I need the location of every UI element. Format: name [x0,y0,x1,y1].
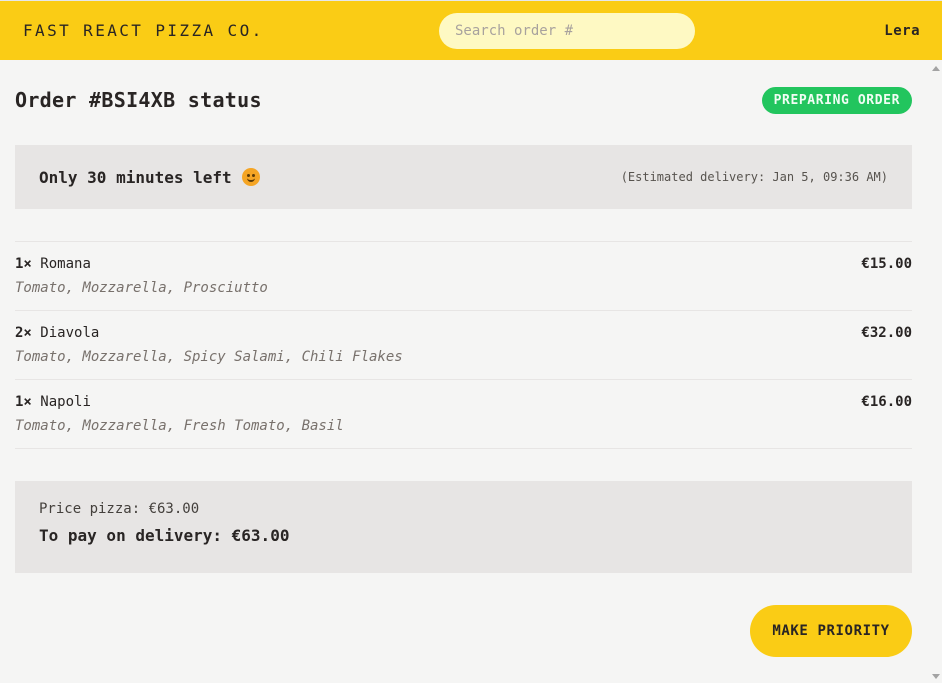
item-price: €32.00 [861,325,912,341]
scroll-down-icon[interactable] [932,674,940,679]
item-qty: 1× [15,256,32,272]
item-name: Napoli [40,394,91,410]
price-summary: Price pizza: €63.00 To pay on delivery: … [15,481,912,573]
item-title: 2× Diavola [15,325,99,341]
eta-countdown: Only 30 minutes left [39,168,260,187]
to-pay-on-delivery: To pay on delivery: €63.00 [39,526,290,545]
item-qty: 2× [15,325,32,341]
item-name: Diavola [40,325,100,341]
list-item: 2× Diavola €32.00 Tomato, Mozzarella, Sp… [15,311,912,380]
make-priority-button[interactable]: MAKE PRIORITY [750,605,912,657]
item-title: 1× Romana [15,256,91,272]
order-title-row: Order #BSI4XB status PREPARING ORDER [15,86,912,114]
status-badge: PREPARING ORDER [761,86,912,114]
order-items-list: 1× Romana €15.00 Tomato, Mozzarella, Pro… [15,241,912,449]
scroll-up-icon[interactable] [932,66,940,71]
page-title: Order #BSI4XB status [15,88,262,112]
item-ingredients: Tomato, Mozzarella, Fresh Tomato, Basil [15,418,344,434]
estimated-delivery: (Estimated delivery: Jan 5, 09:36 AM) [620,170,888,184]
search-order-input[interactable] [439,13,695,49]
item-ingredients: Tomato, Mozzarella, Prosciutto [15,280,268,296]
item-price: €15.00 [861,256,912,272]
username: Lera [884,22,920,39]
smiley-emoji-icon [241,168,260,186]
item-title: 1× Napoli [15,394,91,410]
list-item: 1× Napoli €16.00 Tomato, Mozzarella, Fre… [15,380,912,449]
app-header: FAST REACT PIZZA CO. Lera [0,0,942,60]
logo[interactable]: FAST REACT PIZZA CO. [23,21,264,40]
list-item: 1× Romana €15.00 Tomato, Mozzarella, Pro… [15,242,912,311]
eta-panel: Only 30 minutes left (Estimated delivery… [15,145,912,209]
eta-text: Only 30 minutes left [39,167,232,187]
item-qty: 1× [15,394,32,410]
item-price: €16.00 [861,394,912,410]
price-pizza: Price pizza: €63.00 [39,501,200,517]
item-ingredients: Tomato, Mozzarella, Spicy Salami, Chili … [15,349,403,365]
item-name: Romana [40,256,91,272]
